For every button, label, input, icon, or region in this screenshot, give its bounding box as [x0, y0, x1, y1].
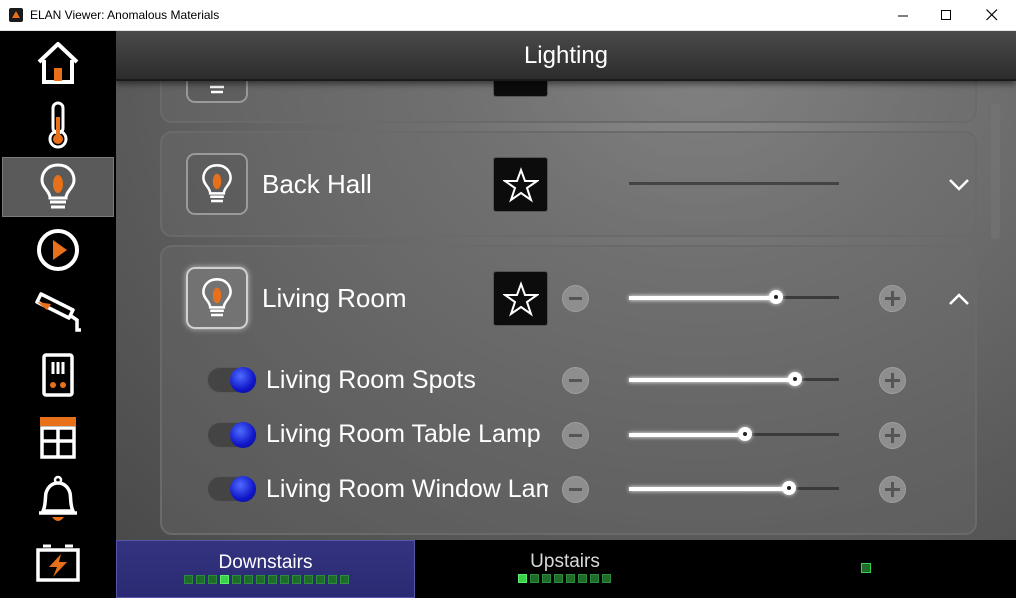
nav-energy[interactable] [2, 533, 114, 593]
toggle-knob [230, 476, 256, 502]
nav-media[interactable] [2, 220, 114, 280]
star-icon [502, 280, 539, 317]
room-level-slider-disabled [629, 182, 839, 185]
minimize-button[interactable] [880, 0, 926, 30]
scrollbar[interactable] [991, 104, 1000, 239]
app-logo-icon [9, 8, 23, 22]
load-name: Living Room Table Lamp [266, 420, 541, 448]
room-level-fill [629, 295, 776, 300]
star-icon [502, 166, 539, 203]
toggle-knob [230, 367, 256, 393]
load-level-fill [629, 377, 795, 382]
tab-label: Downstairs [218, 552, 313, 573]
nav-shades[interactable] [2, 407, 114, 467]
room-light-button[interactable] [186, 153, 248, 215]
close-button[interactable] [969, 0, 1015, 30]
play-icon [37, 229, 79, 271]
nav-intercom[interactable] [2, 345, 114, 405]
dim-down-button[interactable] [562, 476, 589, 503]
room-card-living-room: Living Room Living Room Spots Living Roo… [160, 245, 977, 535]
nav-alerts[interactable] [2, 470, 114, 530]
floor-indicator [861, 563, 871, 573]
plus-icon [885, 482, 900, 497]
load-level-thumb[interactable] [788, 372, 802, 386]
page-indicator [184, 575, 349, 584]
minus-icon [569, 488, 582, 491]
load-name: Living Room Window Lamp [266, 475, 548, 503]
sidebar [0, 31, 116, 598]
minimize-icon [897, 15, 908, 16]
lightbulb-icon [202, 278, 232, 317]
nav-climate[interactable] [2, 95, 114, 155]
page-header: Lighting [116, 31, 1016, 81]
page-title: Lighting [523, 42, 609, 69]
close-icon [986, 9, 998, 21]
load-level-fill [629, 486, 789, 491]
load-level-thumb[interactable] [738, 427, 752, 441]
dim-up-button[interactable] [879, 285, 906, 312]
chevron-down-icon[interactable] [948, 178, 970, 192]
floor-selector: Downstairs Upstairs [116, 540, 1016, 598]
main-content: Lighting Back Hall Living Room Living Ro… [116, 31, 1016, 540]
dim-up-button[interactable] [879, 422, 906, 449]
page-indicator [518, 574, 611, 583]
tab-label: Upstairs [530, 551, 600, 572]
bell-icon [39, 475, 77, 521]
shades-icon [40, 417, 76, 459]
room-card-back-hall[interactable]: Back Hall [160, 131, 977, 237]
favorite-button[interactable] [493, 157, 548, 212]
minus-icon [569, 434, 582, 437]
toggle-knob [230, 422, 256, 448]
favorite-button[interactable] [493, 271, 548, 326]
tab-upstairs[interactable]: Upstairs [415, 540, 715, 598]
maximize-icon [940, 9, 951, 20]
thermometer-icon [48, 101, 68, 149]
dim-down-button[interactable] [562, 285, 589, 312]
home-icon [37, 42, 79, 84]
lightbulb-icon [40, 163, 76, 209]
nav-home[interactable] [2, 33, 114, 93]
lightbulb-icon [202, 164, 232, 203]
plus-icon [885, 428, 900, 443]
load-level-thumb[interactable] [782, 481, 796, 495]
room-name: Back Hall [262, 169, 372, 199]
chevron-up-icon[interactable] [948, 292, 970, 306]
lightbulb-icon [210, 85, 224, 94]
window-title: ELAN Viewer: Anomalous Materials [30, 8, 220, 22]
dim-down-button[interactable] [562, 367, 589, 394]
intercom-icon [42, 353, 74, 397]
dim-down-button[interactable] [562, 422, 589, 449]
maximize-button[interactable] [923, 0, 969, 30]
nav-security-cameras[interactable] [2, 283, 114, 343]
dim-up-button[interactable] [879, 476, 906, 503]
load-toggle[interactable] [207, 422, 257, 448]
plus-icon [885, 373, 900, 388]
window-titlebar: ELAN Viewer: Anomalous Materials [0, 0, 1016, 31]
load-toggle[interactable] [207, 476, 257, 502]
load-name: Living Room Spots [266, 366, 476, 394]
load-level-fill [629, 432, 745, 437]
minus-icon [569, 297, 582, 300]
battery-icon [36, 544, 80, 582]
tab-downstairs[interactable]: Downstairs [116, 540, 415, 598]
minus-icon [569, 379, 582, 382]
room-name: Living Room [262, 283, 407, 313]
plus-icon [885, 291, 900, 306]
dim-up-button[interactable] [879, 367, 906, 394]
room-light-button[interactable] [186, 267, 248, 329]
room-level-thumb[interactable] [769, 290, 783, 304]
nav-lighting[interactable] [2, 157, 114, 217]
load-toggle[interactable] [207, 367, 257, 393]
security-camera-icon [35, 292, 81, 332]
